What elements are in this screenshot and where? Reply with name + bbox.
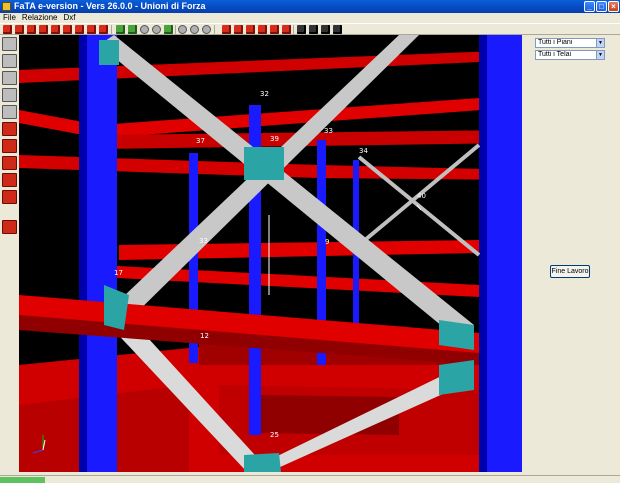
draw-icon[interactable] [51,25,60,34]
toolbar-separator [214,25,215,34]
connection-icon[interactable] [2,156,17,170]
status-bar [0,475,620,483]
frames-select-value: Tutti i Telai [538,51,572,58]
node-label: 33 [199,237,208,245]
zoom-in-icon[interactable] [116,25,125,34]
zoom-icon[interactable] [190,25,199,34]
gusset-plate [439,360,474,395]
grid-icon[interactable] [297,25,306,34]
right-panel: Tutti i Piani ▼ Tutti i Telai ▼ Fine Lav… [522,35,620,475]
view-front-icon[interactable] [234,25,243,34]
plate-icon[interactable] [2,71,17,85]
fine-lavoro-button[interactable]: Fine Lavoro [550,265,590,278]
chevron-down-icon[interactable]: ▼ [596,39,604,47]
zoom-out-icon[interactable] [128,25,137,34]
gusset-plate [244,453,281,472]
print-icon[interactable] [333,25,342,34]
node-label: 32 [260,90,269,98]
draw-icon[interactable] [87,25,96,34]
select-icon[interactable] [99,25,108,34]
chevron-down-icon[interactable]: ▼ [596,51,604,59]
export-icon[interactable] [321,25,330,34]
plate-icon[interactable] [2,88,17,102]
menu-dxf[interactable]: Dxf [60,13,78,23]
menu-bar: File Relazione Dxf [0,13,620,23]
3d-viewport[interactable]: 32 39 33 37 34 40 33 9 17 12 25 [19,35,522,472]
window-title: FaTA e-version - Vers 26.0.0 - Unioni di… [14,1,206,11]
node-label: 40 [417,192,426,200]
draw-icon[interactable] [27,25,36,34]
brace-icon[interactable] [2,190,17,204]
node-label: 12 [200,332,209,340]
rotate-icon[interactable] [152,25,161,34]
plate-icon[interactable] [2,105,17,119]
status-indicator [0,477,45,483]
app-window: FaTA e-version - Vers 26.0.0 - Unioni di… [0,0,620,483]
node-label: 34 [359,147,368,155]
node-label: 37 [196,137,205,145]
view-iso-icon[interactable] [270,25,279,34]
zoom-window-icon[interactable] [140,25,149,34]
menu-relazione[interactable]: Relazione [19,13,61,23]
column [79,35,87,472]
draw-icon[interactable] [15,25,24,34]
maximize-button[interactable]: □ [596,1,607,12]
arrow-down-icon[interactable] [2,37,17,51]
save-icon[interactable] [309,25,318,34]
floors-select[interactable]: Tutti i Piani ▼ [535,38,605,48]
node-label: 17 [114,269,123,277]
gusset-plate [244,147,284,180]
draw-icon[interactable] [39,25,48,34]
draw-icon[interactable] [75,25,84,34]
view-icon[interactable] [282,25,291,34]
bolt-group-icon[interactable] [2,139,17,153]
frames-select[interactable]: Tutti i Telai ▼ [535,50,605,60]
gusset-plate [99,40,119,65]
zoom-icon[interactable] [178,25,187,34]
node-label: 9 [325,238,330,246]
toolbar-separator [293,25,294,34]
node-label: 25 [270,431,279,439]
title-bar: FaTA e-version - Vers 26.0.0 - Unioni di… [0,0,620,13]
gusset-plate [439,320,474,350]
toolbar-separator [111,25,112,34]
delete-icon[interactable] [2,173,17,187]
node-label: 33 [324,127,333,135]
zoom-icon[interactable] [202,25,211,34]
plate-icon[interactable] [2,54,17,68]
view-top-icon[interactable] [258,25,267,34]
node-label: 39 [270,135,279,143]
view-side-icon[interactable] [246,25,255,34]
frame-icon[interactable] [2,220,17,234]
draw-icon[interactable] [63,25,72,34]
view-3d-icon[interactable] [222,25,231,34]
left-toolbar [0,35,19,475]
close-button[interactable]: × [608,1,619,12]
floors-select-value: Tutti i Piani [538,39,573,46]
minimize-button[interactable]: _ [584,1,595,12]
bolt-icon[interactable] [2,122,17,136]
main-toolbar [0,23,620,35]
app-icon [2,2,11,11]
structure-model [19,35,522,472]
zoom-icon[interactable] [164,25,173,34]
menu-file[interactable]: File [0,13,19,23]
draw-icon[interactable] [3,25,12,34]
toolbar-separator [175,25,176,34]
